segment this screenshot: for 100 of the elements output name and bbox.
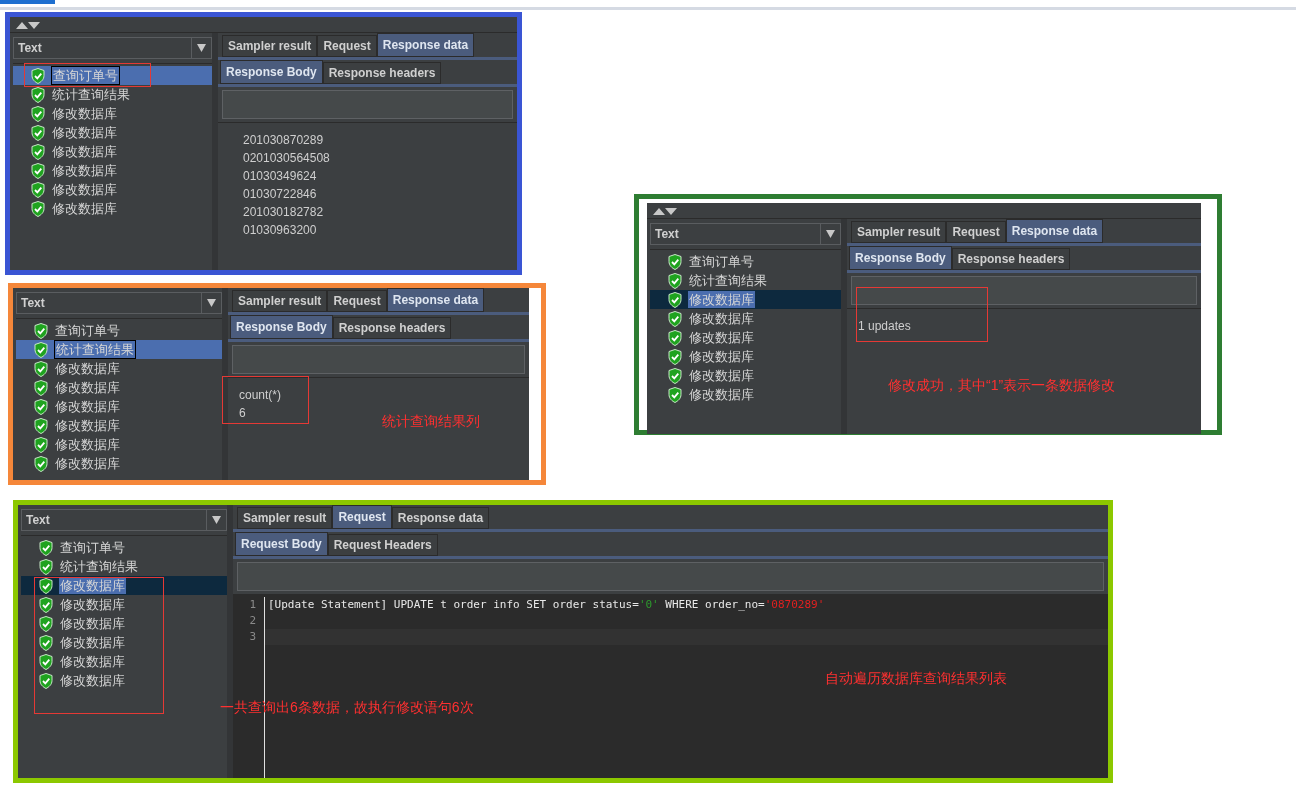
search-field[interactable] [237, 562, 1104, 591]
tree-item[interactable]: 修改数据库 [16, 359, 222, 378]
check-shield-icon [39, 539, 53, 556]
dropdown-arrow-icon [197, 44, 206, 52]
tree-item[interactable]: 修改数据库 [13, 199, 212, 218]
tab[interactable]: Sampler result [851, 221, 947, 243]
tree-item[interactable]: 查询订单号 [21, 538, 227, 557]
tab[interactable]: Response data [391, 507, 490, 529]
check-shield-icon [34, 379, 48, 396]
sub-tab[interactable]: Request Body [235, 532, 328, 556]
tree-item[interactable]: 查询订单号 [650, 252, 841, 271]
check-shield-icon [31, 162, 45, 179]
collapse-arrows-icon[interactable] [653, 206, 677, 215]
response-line: 201030870289 [243, 132, 324, 149]
tree-item[interactable]: 修改数据库 [13, 104, 212, 123]
tree-item[interactable]: 修改数据库 [650, 309, 841, 328]
tree-item[interactable]: 修改数据库 [13, 161, 212, 180]
renderer-dropdown[interactable]: Text [16, 292, 222, 314]
tree-item[interactable]: 修改数据库 [650, 328, 841, 347]
tab[interactable]: Response data [376, 33, 475, 57]
check-shield-icon [668, 348, 682, 365]
check-shield-icon [39, 558, 53, 575]
sub-tab[interactable]: Response headers [322, 62, 442, 84]
tab[interactable]: Request [332, 505, 392, 529]
tree-item[interactable]: 修改数据库 [21, 576, 227, 595]
tab[interactable]: Request [946, 221, 1006, 243]
check-shield-icon [31, 105, 45, 122]
check-shield-icon [34, 436, 48, 453]
tree-item[interactable]: 修改数据库 [650, 290, 841, 309]
check-shield-icon [34, 341, 48, 358]
dropdown-arrow-icon [826, 230, 835, 238]
tree-item[interactable]: 修改数据库 [16, 416, 222, 435]
tree-item[interactable]: 查询订单号 [13, 66, 212, 85]
tree-item[interactable]: 修改数据库 [13, 123, 212, 142]
response-line: 01030963200 [243, 222, 317, 239]
check-shield-icon [668, 310, 682, 327]
tree-item[interactable]: 修改数据库 [16, 454, 222, 473]
tree-item[interactable]: 修改数据库 [16, 378, 222, 397]
tab[interactable]: Response data [1005, 219, 1104, 243]
check-shield-icon [39, 577, 53, 594]
tree-item[interactable]: 修改数据库 [13, 142, 212, 161]
check-shield-icon [31, 67, 45, 84]
tree-item[interactable]: 修改数据库 [13, 180, 212, 199]
check-shield-icon [34, 417, 48, 434]
tree-item[interactable]: 修改数据库 [21, 595, 227, 614]
sub-tab[interactable]: Request Headers [327, 534, 438, 556]
tab[interactable]: Request [327, 290, 387, 312]
sub-tab[interactable]: Response headers [332, 317, 452, 339]
renderer-dropdown[interactable]: Text [13, 37, 212, 59]
line-number: 3 [249, 629, 256, 645]
collapse-arrows-icon[interactable] [16, 20, 40, 29]
check-shield-icon [34, 455, 48, 472]
check-shield-icon [31, 86, 45, 103]
sub-tab[interactable]: Response headers [951, 248, 1071, 270]
check-shield-icon [31, 143, 45, 160]
sub-tab[interactable]: Response Body [220, 60, 323, 84]
sub-tab[interactable]: Response Body [849, 246, 952, 270]
tree-item[interactable]: 查询订单号 [16, 321, 222, 340]
tree-item[interactable]: 修改数据库 [16, 397, 222, 416]
annotation-text: 统计查询结果列 [382, 412, 480, 431]
tree-item[interactable]: 统计查询结果 [13, 85, 212, 104]
tree-item[interactable]: 修改数据库 [16, 435, 222, 454]
search-field[interactable] [851, 276, 1197, 305]
tab[interactable]: Sampler result [237, 507, 333, 529]
dropdown-arrow-icon [207, 299, 216, 307]
check-shield-icon [31, 200, 45, 217]
tree-item[interactable]: 统计查询结果 [21, 557, 227, 576]
renderer-dropdown[interactable]: Text [21, 509, 227, 531]
tree-item[interactable]: 修改数据库 [650, 385, 841, 404]
tree-item[interactable]: 修改数据库 [21, 614, 227, 633]
check-shield-icon [668, 386, 682, 403]
renderer-dropdown[interactable]: Text [650, 223, 841, 245]
response-line: count(*) [239, 387, 282, 404]
tree-item[interactable]: 修改数据库 [21, 633, 227, 652]
check-shield-icon [668, 272, 682, 289]
tree-item[interactable]: 统计查询结果 [650, 271, 841, 290]
tree-item[interactable]: 修改数据库 [650, 366, 841, 385]
annotation-text: 修改成功，其中“1”表示一条数据修改 [888, 376, 1116, 395]
check-shield-icon [34, 322, 48, 339]
response-line: 0201030564508 [243, 150, 330, 167]
line-number: 1 [249, 597, 256, 613]
tab[interactable]: Sampler result [232, 290, 328, 312]
tree-item[interactable]: 修改数据库 [650, 347, 841, 366]
check-shield-icon [31, 124, 45, 141]
check-shield-icon [31, 181, 45, 198]
tree-item[interactable]: 统计查询结果 [16, 340, 222, 359]
line-number: 2 [249, 613, 256, 629]
code-line: [Update Statement] UPDATE t order info SET order status='0' WHERE order_no='0870289' [267, 597, 826, 613]
check-shield-icon [39, 634, 53, 651]
tab[interactable]: Request [317, 35, 377, 57]
sub-tab[interactable]: Response Body [230, 315, 333, 339]
tab[interactable]: Sampler result [222, 35, 318, 57]
check-shield-icon [34, 360, 48, 377]
search-field[interactable] [222, 90, 513, 119]
search-field[interactable] [232, 345, 525, 374]
response-line: 01030722846 [243, 186, 317, 203]
tree-item[interactable]: 修改数据库 [21, 652, 227, 671]
check-shield-icon [39, 653, 53, 670]
tab[interactable]: Response data [386, 288, 485, 312]
tree-item[interactable]: 修改数据库 [21, 671, 227, 690]
